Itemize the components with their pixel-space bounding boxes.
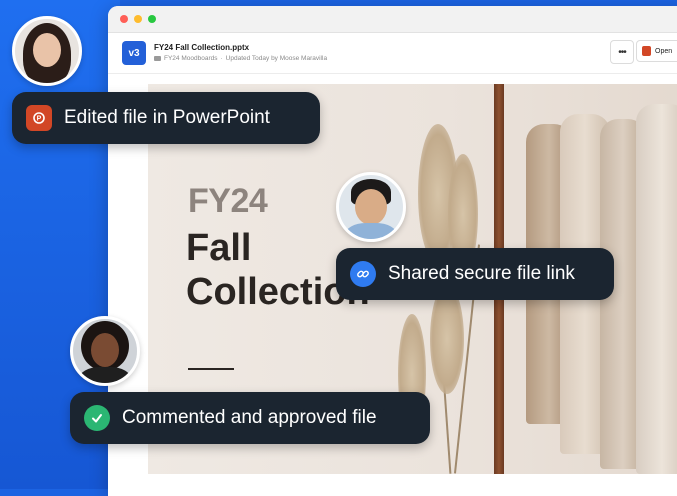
powerpoint-icon: P	[26, 105, 52, 131]
powerpoint-icon	[642, 46, 651, 56]
activity-card-shared: Shared secure file link	[336, 248, 614, 300]
slide-divider	[188, 368, 234, 370]
avatar-face	[91, 333, 119, 367]
activity-text: Edited file in PowerPoint	[64, 107, 270, 128]
user-avatar[interactable]	[12, 16, 82, 86]
minimize-window-button[interactable]	[134, 15, 142, 23]
svg-text:P: P	[37, 116, 42, 123]
activity-card-approved: Commented and approved file	[70, 392, 430, 444]
open-label: Open	[655, 47, 673, 55]
checkmark-icon	[84, 405, 110, 431]
activity-text: Commented and approved file	[122, 407, 377, 428]
garment	[636, 104, 677, 474]
more-options-button[interactable]: •••	[610, 40, 634, 64]
more-icon: •••	[618, 46, 626, 58]
file-header: v3 FY24 Fall Collection.pptx FY24 Moodbo…	[108, 33, 677, 74]
activity-card-edited: P Edited file in PowerPoint	[12, 92, 320, 144]
checkmark-glyph	[92, 414, 102, 423]
link-glyph	[357, 270, 369, 278]
user-avatar[interactable]	[70, 316, 140, 386]
close-window-button[interactable]	[120, 15, 128, 23]
powerpoint-glyph: P	[33, 112, 45, 124]
file-name: FY24 Fall Collection.pptx	[154, 43, 250, 52]
meta-separator: ·	[220, 55, 223, 62]
user-avatar[interactable]	[336, 172, 406, 242]
avatar-face	[33, 33, 61, 67]
open-button[interactable]: Open	[636, 40, 677, 62]
link-icon	[350, 261, 376, 287]
avatar-face	[355, 189, 387, 225]
updated-text: Updated Today by Moose Maravilla	[225, 55, 328, 62]
maximize-window-button[interactable]	[148, 15, 156, 23]
folder-link[interactable]: FY24 Moodboards	[164, 55, 217, 62]
folder-icon	[154, 56, 161, 61]
slide-fy-label: FY24	[188, 182, 268, 220]
file-meta: FY24 Moodboards · Updated Today by Moose…	[154, 55, 327, 62]
window-titlebar	[108, 6, 677, 33]
version-badge[interactable]: v3	[122, 41, 146, 65]
activity-text: Shared secure file link	[388, 263, 575, 284]
